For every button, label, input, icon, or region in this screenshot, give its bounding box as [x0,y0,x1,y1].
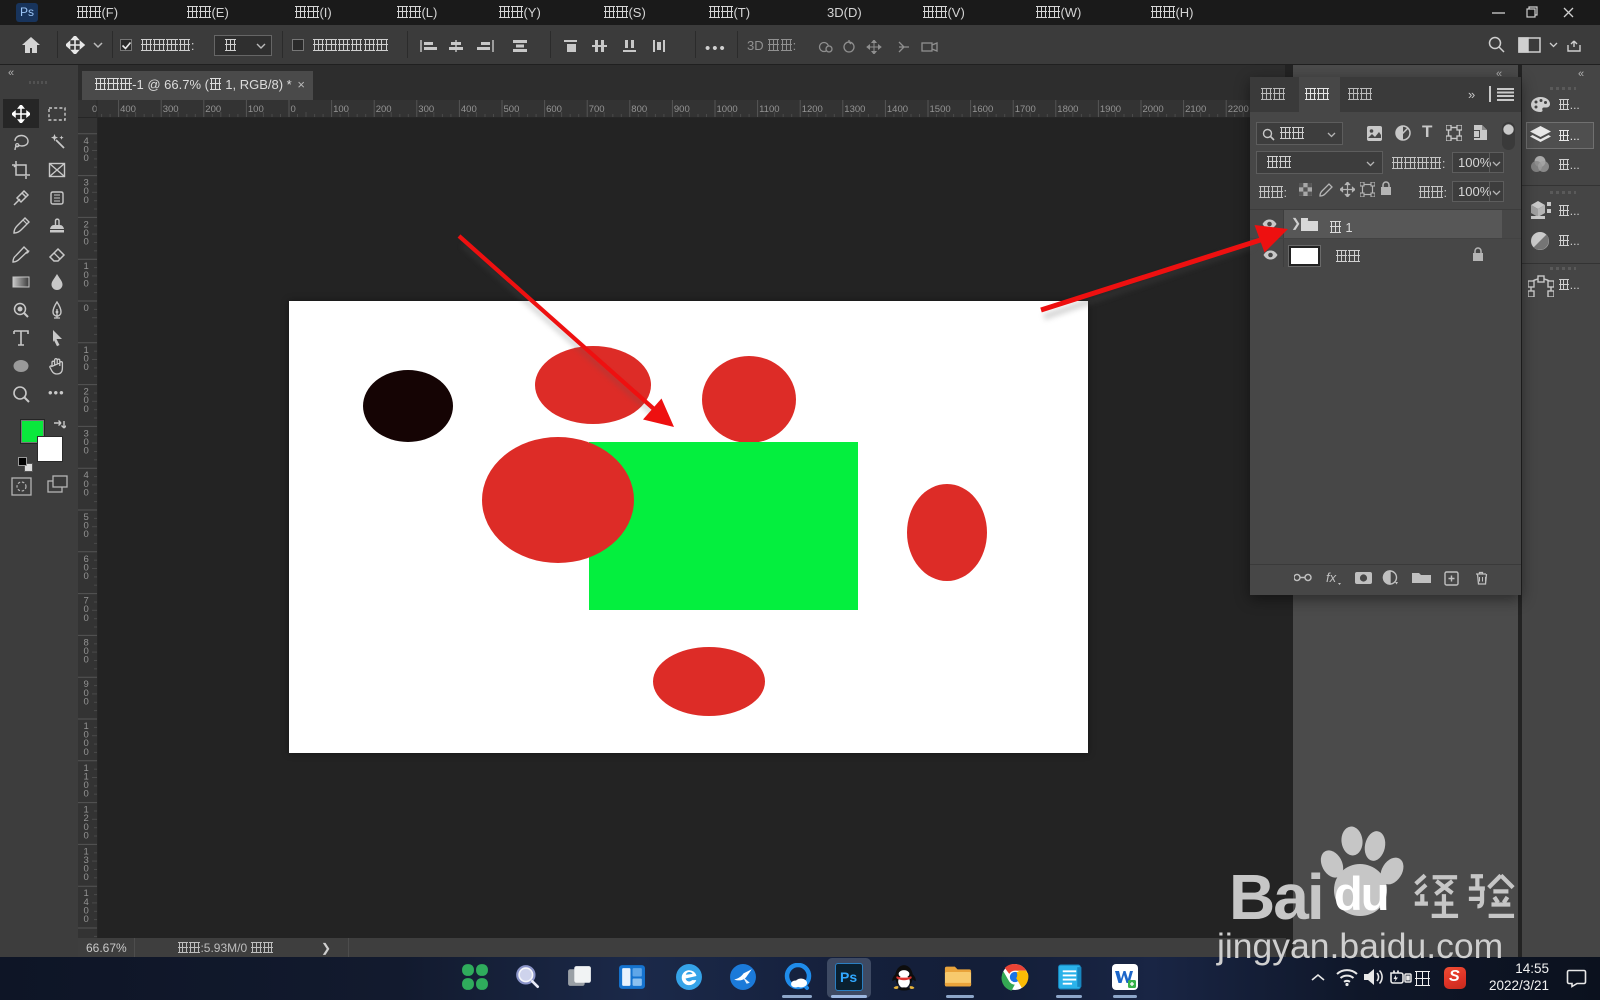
svg-text:0: 0 [84,830,89,841]
svg-text:0: 0 [84,747,89,758]
svg-text:fx: fx [1326,570,1337,585]
svg-text:0: 0 [84,655,89,666]
svg-text:0: 0 [84,195,89,206]
svg-text:400: 400 [120,104,136,115]
svg-text:1200: 1200 [802,104,823,115]
svg-text:1000: 1000 [717,104,738,115]
svg-text:0: 0 [84,487,89,498]
svg-text:200: 200 [205,104,221,115]
svg-text:0: 0 [84,153,89,164]
svg-text:1700: 1700 [1015,104,1036,115]
svg-text:0: 0 [84,446,89,457]
svg-text:400: 400 [461,104,477,115]
svg-text:100: 100 [333,104,349,115]
svg-text:200: 200 [376,104,392,115]
svg-text:0: 0 [84,872,89,883]
svg-text:1100: 1100 [759,104,779,115]
svg-text:0: 0 [84,237,89,248]
svg-text:2000: 2000 [1143,104,1164,115]
svg-text:500: 500 [504,104,520,115]
svg-text:300: 300 [418,104,434,115]
svg-text:0: 0 [84,914,89,925]
svg-text:0: 0 [84,789,89,800]
svg-text:800: 800 [631,104,647,115]
svg-text:2200: 2200 [1228,104,1249,115]
svg-text:900: 900 [674,104,690,115]
svg-text:600: 600 [546,104,562,115]
svg-text:0: 0 [84,303,89,314]
svg-text:0: 0 [84,278,89,289]
svg-text:1500: 1500 [930,104,951,115]
svg-text:1400: 1400 [887,104,908,115]
svg-text:0: 0 [84,529,89,540]
svg-text:700: 700 [589,104,605,115]
svg-text:100: 100 [248,104,264,115]
svg-text:0: 0 [291,104,296,115]
svg-text:1300: 1300 [844,104,865,115]
svg-text:2100: 2100 [1185,104,1206,115]
svg-text:1800: 1800 [1057,104,1078,115]
svg-text:0: 0 [84,696,89,707]
svg-text:du: du [1334,867,1387,920]
svg-text:0: 0 [84,404,89,415]
svg-text:1900: 1900 [1100,104,1121,115]
svg-text:1600: 1600 [972,104,993,115]
svg-text:300: 300 [163,104,179,115]
svg-text:0: 0 [84,571,89,582]
svg-text:0: 0 [84,613,89,624]
svg-text:0: 0 [84,362,89,373]
